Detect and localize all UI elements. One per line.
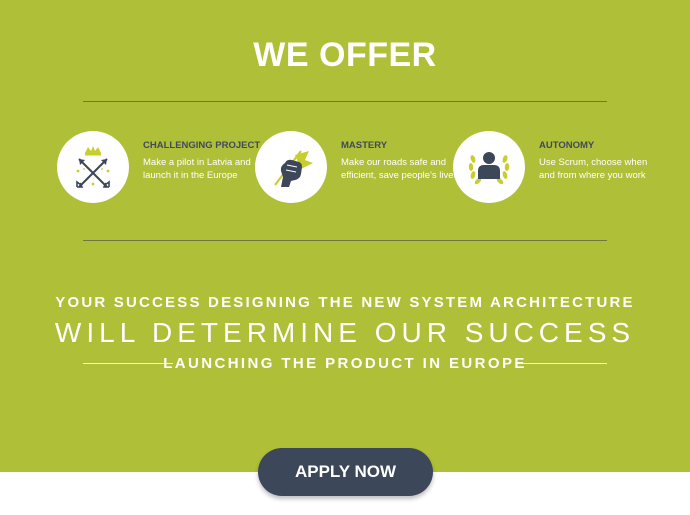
fist-flag-icon bbox=[274, 150, 313, 187]
divider-bottom bbox=[83, 240, 607, 241]
offer-icon-circle bbox=[57, 131, 129, 203]
offer-description: Make our roads safe and efficient, save … bbox=[341, 157, 459, 181]
apply-now-button[interactable]: APPLY NOW bbox=[258, 448, 433, 496]
offer-description: Use Scrum, choose when and from where yo… bbox=[539, 157, 648, 181]
offer-description: Make a pilot in Latvia and launch it in … bbox=[143, 157, 251, 181]
offer-heading: AUTONOMY bbox=[539, 140, 595, 151]
offer-heading: CHALLENGING PROJECT bbox=[143, 140, 261, 151]
crossed-arrows-crown-icon bbox=[76, 146, 110, 188]
offer-icon-circle bbox=[453, 131, 525, 203]
person-laurel-icon bbox=[468, 152, 510, 185]
divider-top bbox=[83, 101, 607, 102]
tagline-line-2: WILL DETERMINE OUR SUCCESS bbox=[54, 317, 636, 348]
offer-icon-circle bbox=[255, 131, 327, 203]
tagline-line-1: YOUR SUCCESS DESIGNING THE NEW SYSTEM AR… bbox=[55, 294, 635, 311]
tagline-rule-right bbox=[517, 363, 607, 364]
offer-heading: MASTERY bbox=[341, 140, 388, 151]
page-title: WE OFFER bbox=[253, 36, 437, 74]
